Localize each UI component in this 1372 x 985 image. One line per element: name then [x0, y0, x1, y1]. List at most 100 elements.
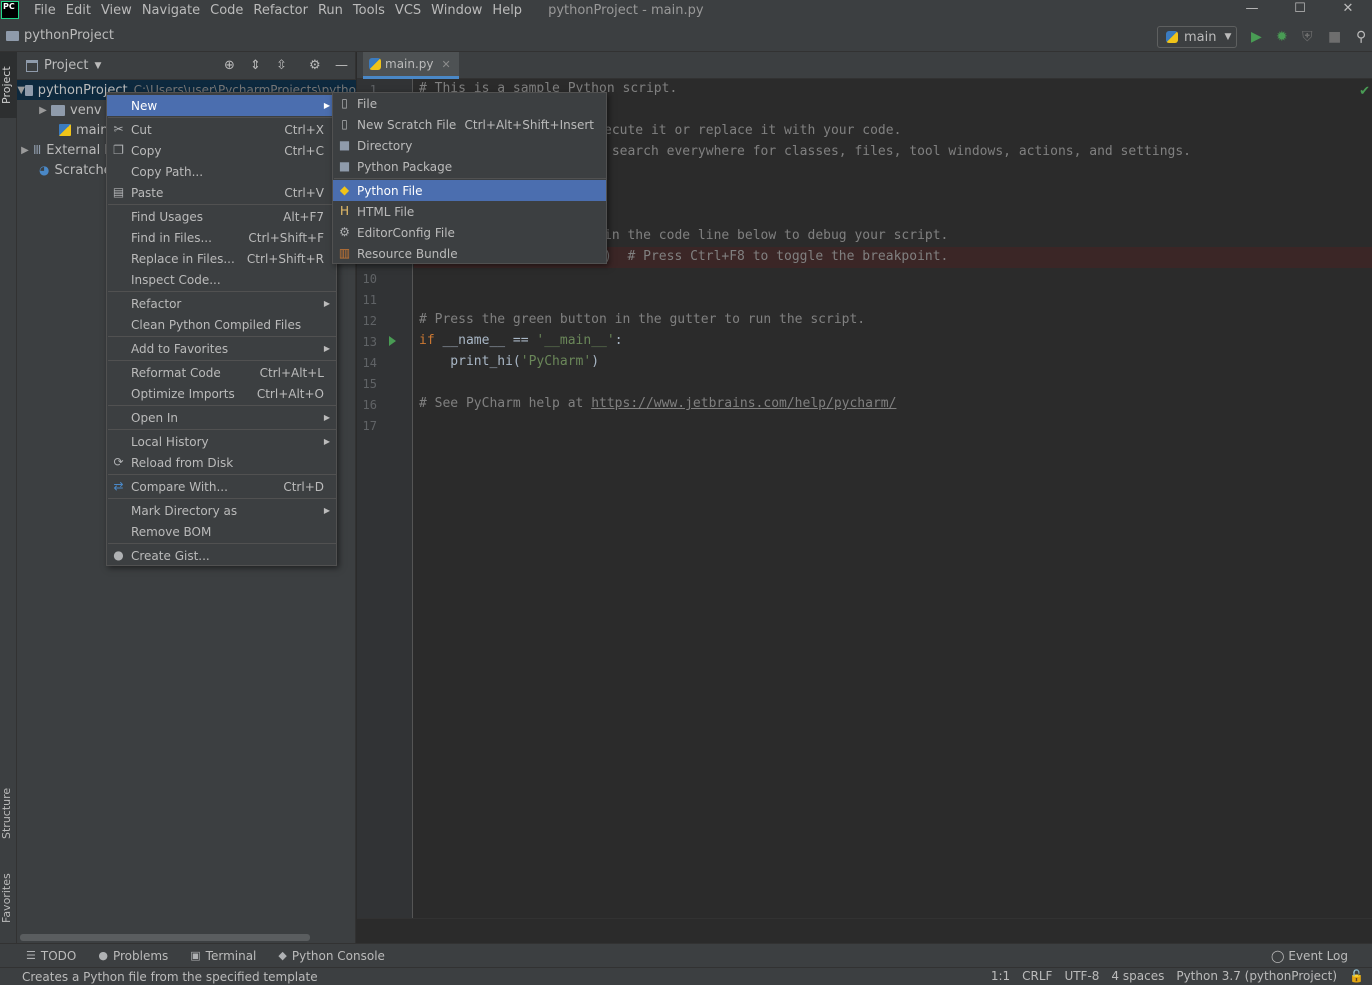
coverage-icon[interactable]: ⛨: [1302, 30, 1313, 44]
tab-main-py[interactable]: main.py ✕: [363, 52, 459, 79]
submenu-item-directory[interactable]: ■ Directory: [333, 135, 606, 156]
clipboard-icon: ▤: [112, 185, 125, 199]
menu-item-find-in-files[interactable]: Find in Files... Ctrl+Shift+F: [107, 227, 336, 248]
breadcrumb[interactable]: pythonProject: [6, 28, 114, 43]
menu-help[interactable]: Help: [488, 3, 528, 18]
menu-run[interactable]: Run: [314, 3, 349, 18]
submenu-arrow-icon: ▶: [323, 437, 330, 446]
submenu-arrow-icon: ▶: [323, 413, 330, 422]
chevron-down-icon: ▼: [1224, 32, 1232, 42]
menu-item-inspect-code[interactable]: Inspect Code...: [107, 269, 336, 290]
menu-item-compare-with[interactable]: ⇄ Compare With... Ctrl+D: [107, 476, 336, 497]
menu-item-open-in[interactable]: Open In ▶: [107, 407, 336, 428]
menu-item-reload-from-disk[interactable]: ⟳ Reload from Disk: [107, 452, 336, 473]
menu-bar: PC File Edit View Navigate Code Refactor…: [0, 0, 1372, 20]
submenu-item-python-file[interactable]: ◆ Python File: [333, 180, 606, 201]
locate-icon[interactable]: ⊕: [224, 58, 235, 73]
menu-window[interactable]: Window: [427, 3, 488, 18]
submenu-item-python-package[interactable]: ■ Python Package: [333, 156, 606, 177]
menu-item-paste[interactable]: ▤ Paste Ctrl+V: [107, 182, 336, 203]
menu-item-mark-directory[interactable]: Mark Directory as ▶: [107, 500, 336, 521]
menu-code[interactable]: Code: [206, 3, 249, 18]
menu-separator: [108, 405, 337, 406]
gear-icon[interactable]: ⚙: [309, 58, 321, 73]
run-gutter-icon[interactable]: [389, 336, 396, 346]
menu-edit[interactable]: Edit: [62, 3, 97, 18]
folder-icon: [25, 84, 33, 96]
menu-item-new[interactable]: New ▶: [107, 95, 336, 116]
inspection-ok-icon[interactable]: ✔: [1359, 84, 1370, 99]
close-icon[interactable]: ✕: [442, 58, 451, 71]
caret-position[interactable]: 1:1: [991, 969, 1010, 983]
file-encoding[interactable]: UTF-8: [1064, 969, 1099, 983]
scratch-file-icon: ▯: [341, 117, 348, 131]
submenu-item-html-file[interactable]: H HTML File: [333, 201, 606, 222]
lock-icon[interactable]: 🔓: [1349, 969, 1364, 983]
menu-item-replace-in-files[interactable]: Replace in Files... Ctrl+Shift+R: [107, 248, 336, 269]
menu-item-copy[interactable]: ❐ Copy Ctrl+C: [107, 140, 336, 161]
python-interpreter[interactable]: Python 3.7 (pythonProject): [1176, 969, 1337, 983]
menu-tools[interactable]: Tools: [349, 3, 391, 18]
menu-item-find-usages[interactable]: Find Usages Alt+F7: [107, 206, 336, 227]
tree-row-main-py[interactable]: main.: [59, 120, 113, 140]
chevron-right-icon[interactable]: ▶: [35, 105, 51, 116]
submenu-item-resource-bundle[interactable]: ▥ Resource Bundle: [333, 243, 606, 264]
tab-python-console[interactable]: ◆ Python Console: [272, 949, 391, 963]
indent-setting[interactable]: 4 spaces: [1111, 969, 1164, 983]
tree-row-external-libraries[interactable]: ▶ Ⅲ External L: [17, 140, 111, 160]
maximize-button[interactable]: ☐: [1276, 0, 1324, 20]
run-icon[interactable]: ▶: [1251, 30, 1262, 44]
line-separator[interactable]: CRLF: [1022, 969, 1052, 983]
menu-refactor[interactable]: Refactor: [249, 3, 314, 18]
file-icon: ▯: [341, 96, 348, 110]
menu-item-refactor[interactable]: Refactor ▶: [107, 293, 336, 314]
project-view-select[interactable]: Project: [44, 58, 88, 73]
menu-item-cut[interactable]: ✂ Cut Ctrl+X: [107, 119, 336, 140]
menu-item-optimize-imports[interactable]: Optimize Imports Ctrl+Alt+O: [107, 383, 336, 404]
menu-item-create-gist[interactable]: ● Create Gist...: [107, 545, 336, 566]
expand-all-icon[interactable]: ⇕: [250, 58, 261, 73]
close-window-button[interactable]: ✕: [1324, 0, 1372, 20]
tab-todo[interactable]: ☰ TODO: [20, 949, 82, 963]
debug-icon[interactable]: ✹: [1276, 30, 1288, 44]
submenu-item-editorconfig-file[interactable]: ⚙ EditorConfig File: [333, 222, 606, 243]
menu-navigate[interactable]: Navigate: [138, 3, 206, 18]
menu-item-reformat-code[interactable]: Reformat Code Ctrl+Alt+L: [107, 362, 336, 383]
horizontal-scrollbar[interactable]: [20, 934, 310, 941]
tree-row-venv[interactable]: ▶ venv: [35, 100, 101, 120]
tab-problems[interactable]: ● Problems: [92, 949, 174, 963]
menu-item-copy-path[interactable]: Copy Path...: [107, 161, 336, 182]
submenu-item-new-scratch-file[interactable]: ▯ New Scratch File Ctrl+Alt+Shift+Insert: [333, 114, 606, 135]
tab-favorites[interactable]: Favorites: [0, 862, 17, 934]
search-icon[interactable]: ⚲: [1356, 30, 1366, 44]
menu-item-local-history[interactable]: Local History ▶: [107, 431, 336, 452]
menu-vcs[interactable]: VCS: [391, 3, 427, 18]
python-console-icon: ◆: [278, 949, 287, 962]
pycharm-logo-icon: PC: [1, 1, 19, 19]
chevron-down-icon[interactable]: ▼: [17, 85, 25, 96]
chevron-right-icon[interactable]: ▶: [17, 145, 33, 156]
stop-icon[interactable]: ■: [1328, 30, 1341, 44]
hide-icon[interactable]: —: [335, 58, 348, 73]
python-file-icon: [369, 58, 381, 70]
tab-project[interactable]: Project: [0, 52, 17, 118]
collapse-all-icon[interactable]: ⇳: [276, 58, 287, 73]
menu-item-add-to-favorites[interactable]: Add to Favorites ▶: [107, 338, 336, 359]
menu-view[interactable]: View: [97, 3, 138, 18]
chevron-down-icon[interactable]: ▼: [94, 61, 101, 71]
line-number: 15: [362, 377, 377, 391]
code-line: ecute it or replace it with your code.: [604, 123, 902, 138]
tab-terminal[interactable]: ▣ Terminal: [184, 949, 262, 963]
help-link[interactable]: https://www.jetbrains.com/help/pycharm/: [591, 396, 896, 411]
tab-structure[interactable]: Structure: [0, 777, 17, 849]
compare-icon: ⇄: [113, 479, 124, 493]
submenu-item-file[interactable]: ▯ File: [333, 93, 606, 114]
tab-event-log[interactable]: ◯ Event Log: [1271, 949, 1348, 963]
menu-file[interactable]: File: [30, 3, 62, 18]
menu-separator: [334, 178, 607, 179]
menu-separator: [108, 204, 337, 205]
minimize-button[interactable]: —: [1228, 0, 1276, 20]
run-configuration-select[interactable]: main ▼: [1157, 26, 1237, 48]
menu-item-clean-compiled[interactable]: Clean Python Compiled Files: [107, 314, 336, 335]
menu-item-remove-bom[interactable]: Remove BOM: [107, 521, 336, 542]
